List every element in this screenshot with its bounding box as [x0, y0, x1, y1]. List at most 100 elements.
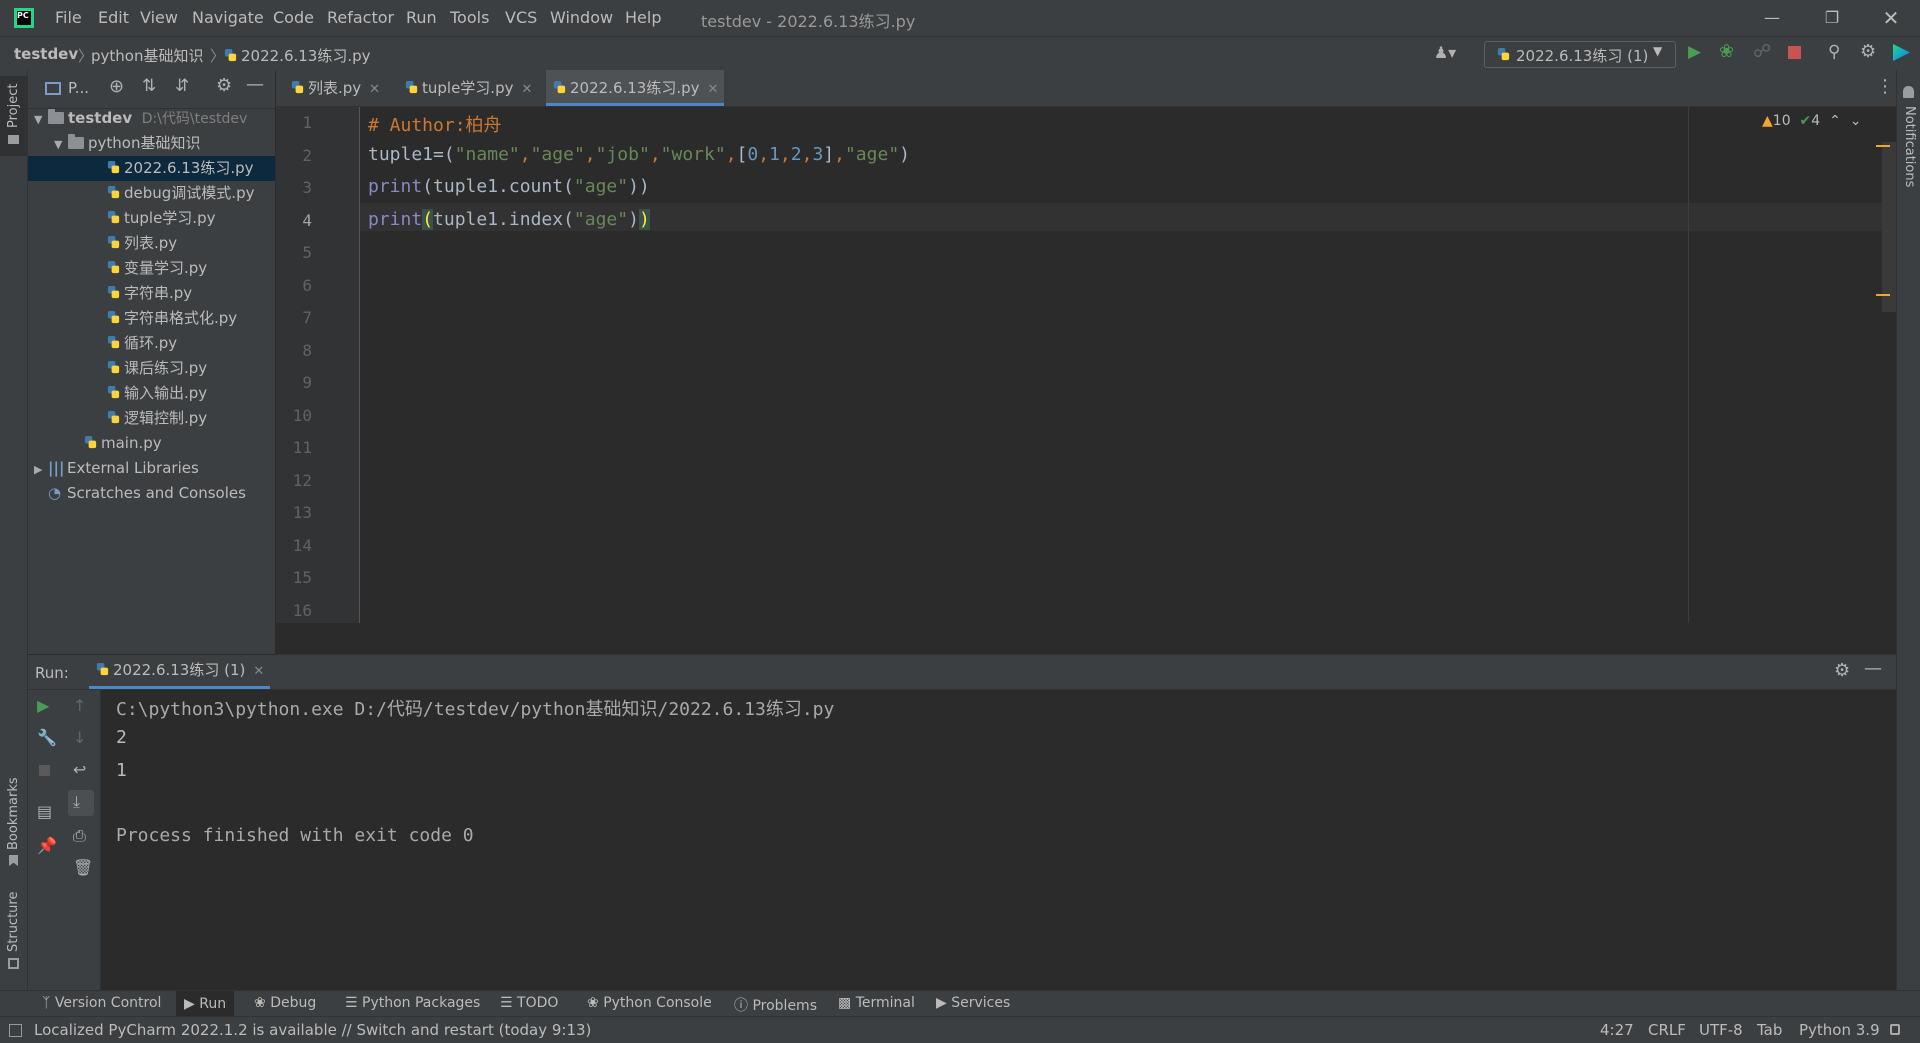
tab-tuple-py[interactable]: tuple学习.py ✕: [398, 70, 538, 106]
tree-file[interactable]: 列表.py: [106, 231, 177, 256]
wrench-icon[interactable]: 🔧: [37, 728, 57, 747]
restore-icon[interactable]: ❐: [1807, 4, 1857, 32]
breadcrumb-folder[interactable]: python基础知识: [91, 45, 203, 66]
tool-debug[interactable]: ❀ Debug: [254, 995, 316, 1011]
print-icon[interactable]: ⎙: [73, 826, 86, 846]
tool-version-control[interactable]: ᛉ Version Control: [42, 995, 161, 1011]
rerun-icon[interactable]: ▶: [37, 696, 49, 715]
tool-services[interactable]: ▶ Services: [936, 995, 1010, 1011]
soft-wrap-icon[interactable]: ↩: [73, 760, 86, 779]
tree-scratches[interactable]: ◔ Scratches and Consoles: [48, 481, 246, 506]
close-window-icon[interactable]: ✕: [1866, 4, 1916, 32]
user-account-icon[interactable]: ♟▾: [1428, 43, 1462, 62]
menu-window[interactable]: Window: [550, 8, 613, 27]
menu-view[interactable]: View: [140, 8, 178, 27]
trash-icon[interactable]: 🗑: [73, 858, 93, 877]
tool-terminal[interactable]: ▩ Terminal: [838, 995, 915, 1011]
gear-icon[interactable]: ⚙: [216, 75, 232, 96]
tab-list-py[interactable]: 列表.py ✕: [284, 70, 386, 106]
layout-icon[interactable]: ▤: [37, 802, 52, 821]
arrow-down-icon[interactable]: ↓: [73, 728, 86, 747]
debug-bug-icon[interactable]: ❀: [1719, 41, 1734, 62]
jetbrains-toolbox-icon[interactable]: [1893, 44, 1910, 61]
bookmarks-tool-label[interactable]: Bookmarks: [6, 777, 21, 850]
tree-file[interactable]: 课后练习.py: [106, 356, 207, 381]
run-config-select[interactable]: 2022.6.13练习 (1) ▼: [1484, 41, 1676, 68]
inspection-widget[interactable]: ▲10 ✔4 ⌃ ⌄: [1762, 113, 1861, 129]
menu-navigate[interactable]: Navigate: [192, 8, 264, 27]
tool-python-packages[interactable]: ☰ Python Packages: [345, 995, 480, 1011]
notifications-tool-label[interactable]: Notifications: [1902, 106, 1917, 187]
tree-file[interactable]: 字符串格式化.py: [106, 306, 237, 331]
run-icon[interactable]: ▶: [1688, 42, 1701, 62]
tree-file[interactable]: 输入输出.py: [106, 381, 207, 406]
close-tab-icon[interactable]: ✕: [708, 82, 719, 97]
caret-position[interactable]: 4:27: [1600, 1021, 1634, 1039]
status-message[interactable]: Localized PyCharm 2022.1.2 is available …: [34, 1021, 591, 1039]
close-tab-icon[interactable]: ✕: [369, 82, 380, 97]
menu-run[interactable]: Run: [406, 8, 437, 27]
indent-setting[interactable]: Tab: [1757, 1021, 1782, 1039]
warning-marker[interactable]: [1876, 294, 1890, 296]
menu-tools[interactable]: Tools: [450, 8, 489, 27]
vertical-scrollbar[interactable]: [1882, 142, 1896, 312]
tool-run[interactable]: ▶ Run: [176, 991, 235, 1017]
chevron-up-icon[interactable]: ⌃: [1829, 113, 1841, 129]
coverage-icon[interactable]: ☍: [1753, 41, 1771, 62]
tool-problems[interactable]: ⓘ Problems: [734, 995, 817, 1015]
gear-icon[interactable]: ⚙: [1834, 660, 1850, 681]
menu-help[interactable]: Help: [625, 8, 661, 27]
tree-file[interactable]: debug调试模式.py: [106, 181, 254, 206]
tab-active-file[interactable]: 2022.6.13练习.py ✕: [546, 70, 725, 106]
hide-panel-icon[interactable]: —: [1864, 658, 1882, 679]
tool-python-console[interactable]: ❀ Python Console: [587, 995, 712, 1011]
close-tab-icon[interactable]: ✕: [253, 664, 264, 679]
breadcrumb-file[interactable]: 2022.6.13练习.py: [223, 45, 371, 66]
collapse-all-icon[interactable]: ⇵: [175, 76, 189, 96]
tree-file[interactable]: tuple学习.py: [106, 206, 215, 231]
arrow-up-icon[interactable]: ↑: [73, 696, 86, 715]
code-editor[interactable]: # Author:柏舟 tuple1=("name","age","job","…: [360, 107, 1896, 623]
hide-panel-icon[interactable]: —: [246, 74, 264, 95]
line-separator[interactable]: CRLF: [1648, 1021, 1686, 1039]
scroll-to-end-button[interactable]: [68, 790, 94, 816]
tree-file[interactable]: 逻辑控制.py: [106, 406, 207, 431]
menu-file[interactable]: File: [55, 8, 82, 27]
project-tool-label[interactable]: Project: [6, 84, 21, 128]
warning-marker[interactable]: [1876, 145, 1890, 147]
tree-external-libraries[interactable]: ▶ ||| External Libraries: [34, 456, 199, 481]
locate-target-icon[interactable]: ⊕: [109, 76, 124, 97]
run-tab[interactable]: 2022.6.13练习 (1) ✕: [89, 655, 271, 689]
scroll-to-end-icon[interactable]: ⤓: [73, 792, 80, 812]
stop-icon[interactable]: [39, 765, 50, 776]
minimize-icon[interactable]: —: [1747, 4, 1797, 32]
tree-file[interactable]: 循环.py: [106, 331, 177, 356]
more-vertical-icon[interactable]: ⋮: [1876, 76, 1894, 97]
gear-icon[interactable]: ⚙: [1860, 41, 1876, 62]
menu-refactor[interactable]: Refactor: [327, 8, 394, 27]
python-interpreter[interactable]: Python 3.9: [1799, 1021, 1880, 1039]
project-view-title[interactable]: P...: [68, 79, 89, 97]
menu-code[interactable]: Code: [273, 8, 314, 27]
chevron-down-icon[interactable]: ⌄: [1850, 113, 1862, 129]
tree-file[interactable]: 字符串.py: [106, 281, 192, 306]
tree-file-main[interactable]: main.py: [83, 431, 162, 456]
tree-file-active[interactable]: 2022.6.13练习.py: [28, 156, 275, 181]
tool-todo[interactable]: ☰ TODO: [500, 995, 558, 1011]
tree-folder-basics[interactable]: ▼ python基础知识: [28, 131, 301, 156]
structure-tool-label[interactable]: Structure: [6, 892, 21, 952]
expand-all-icon[interactable]: ⇅: [142, 76, 156, 96]
stop-icon[interactable]: [1788, 46, 1801, 59]
menu-vcs[interactable]: VCS: [505, 8, 537, 27]
breadcrumb-project[interactable]: testdev: [14, 45, 78, 63]
status-toggle-icon[interactable]: [9, 1024, 22, 1037]
lock-icon[interactable]: [1890, 1024, 1900, 1035]
close-tab-icon[interactable]: ✕: [521, 82, 532, 97]
pin-icon[interactable]: 📌: [37, 836, 57, 855]
bell-icon[interactable]: [1903, 86, 1914, 98]
run-console-output[interactable]: C:\python3\python.exe D:/代码/testdev/pyth…: [101, 690, 1896, 990]
search-icon[interactable]: ⚲: [1828, 42, 1840, 62]
tree-root[interactable]: ▼ testdev D:\代码\testdev: [28, 106, 281, 131]
file-encoding[interactable]: UTF-8: [1699, 1021, 1743, 1039]
menu-edit[interactable]: Edit: [98, 8, 129, 27]
